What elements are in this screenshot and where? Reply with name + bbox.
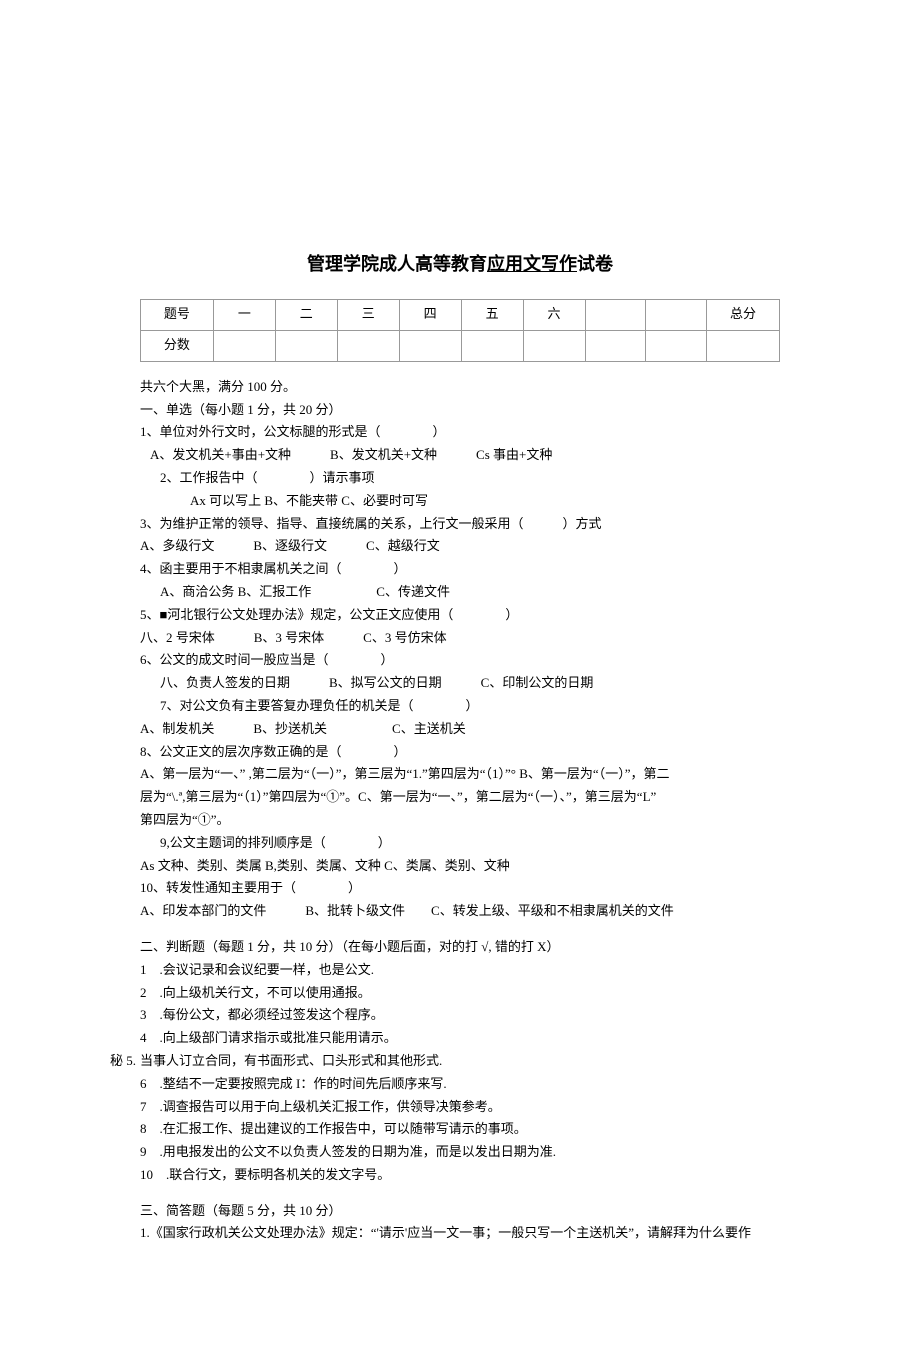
judge-item: 当事人订立合同，有书面形式、口头形式和其他形式. (140, 1051, 780, 1072)
score-cell (523, 330, 585, 361)
question: 9,公文主题词的排列顺序是（ ） (140, 833, 780, 854)
question-options: 层为“\.ª,第三层为“（1）”第四层为“①”。C、第一层为“一、”，第二层为“… (140, 787, 780, 808)
score-cell (337, 330, 399, 361)
score-cell (585, 330, 646, 361)
question-options: A、商洽公务 B、汇报工作 C、传递文件 (140, 582, 780, 603)
table-row: 分数 (141, 330, 780, 361)
question-options: 八、负责人签发的日期 B、拟写公文的日期 C、印制公文的日期 (140, 673, 780, 694)
judge-item: 9 .用电报发出的公文不以负责人签发的日期为准，而是以发出日期为准. (140, 1142, 780, 1163)
question: 6、公文的成文时间一股应当是（ ） (140, 650, 780, 671)
question: 1、单位对外行文时，公文标腿的形式是（ ） (140, 422, 780, 443)
judge-item: 3 .每份公文，都必须经过签发这个程序。 (140, 1005, 780, 1026)
col-header (646, 299, 707, 330)
score-cell (646, 330, 707, 361)
question-options: A、印发本部门的文件 B、批转卜级文件 C、转发上级、平级和不相隶属机关的文件 (140, 901, 780, 922)
content-body: 共六个大黑，满分 100 分。 一、单选（每小题 1 分，共 20 分） 1、单… (140, 377, 780, 1244)
question: 10、转发性通知主要用于（ ） (140, 878, 780, 899)
title-underline: 应用文写作 (487, 254, 577, 274)
question-options: A、制发机关 B、抄送机关 C、主送机关 (140, 719, 780, 740)
score-table: 题号 一 二 三 四 五 六 总分 分数 (140, 299, 780, 362)
col-header: 一 (213, 299, 275, 330)
judge-item: 7 .调查报告可以用于向上级机关汇报工作，供领导决策参考。 (140, 1097, 780, 1118)
question: 2、工作报告中（ ）请示事项 (140, 468, 780, 489)
total-label: 总分 (707, 299, 780, 330)
section-header: 三、简答题（每题 5 分，共 10 分） (140, 1201, 780, 1222)
score-cell (461, 330, 523, 361)
col-header: 二 (275, 299, 337, 330)
judge-item: 10 .联合行文，要标明各机关的发文字号。 (140, 1165, 780, 1186)
table-row: 题号 一 二 三 四 五 六 总分 (141, 299, 780, 330)
judge-item: 2 .向上级机关行文，不可以使用通报。 (140, 983, 780, 1004)
question-options: A、发文机关+事由+文种 B、发文机关+文种 Cs 事由+文种 (140, 445, 780, 466)
judge-item: 8 .在汇报工作、提出建议的工作报告中，可以随带写请示的事项。 (140, 1119, 780, 1140)
col-header (585, 299, 646, 330)
section-header: 一、单选（每小题 1 分，共 20 分） (140, 400, 780, 421)
score-cell (399, 330, 461, 361)
side-marker: 秘 5. (110, 1051, 136, 1072)
title-prefix: 管理学院成人高等教育 (307, 254, 487, 274)
score-cell (275, 330, 337, 361)
question: 3、为维护正常的领导、指导、直接统属的关系，上行文一般采用（ ）方式 (140, 514, 780, 535)
question-options: 八、2 号宋体 B、3 号宋体 C、3 号仿宋体 (140, 628, 780, 649)
question: 7、对公文负有主要答复办理负任的机关是（ ） (140, 696, 780, 717)
col-header: 四 (399, 299, 461, 330)
short-answer: 1.《国家行政机关公文处理办法》规定：“'请示'应当一文一事；一般只写一个主送机… (140, 1223, 780, 1244)
question-options: As 文种、类别、类属 B,类别、类属、文种 C、类属、类别、文种 (140, 856, 780, 877)
judge-item: 1 .会议记录和会议纪要一样，也是公文. (140, 960, 780, 981)
intro-text: 共六个大黑，满分 100 分。 (140, 377, 780, 398)
question-options: A、多级行文 B、逐级行文 C、越级行文 (140, 536, 780, 557)
judge-item: 6 .整结不一定要按照完成 I：作的时间先后顺序来写. (140, 1074, 780, 1095)
title-suffix: 试卷 (577, 254, 613, 274)
question: 5、■河北银行公文处理办法》规定，公文正文应使用（ ） (140, 605, 780, 626)
judge-item: 4 .向上级部门请求指示或批准只能用请示。 (140, 1028, 780, 1049)
question-options: Ax 可以写上 B、不能夹带 C、必要时可写 (140, 491, 780, 512)
question-options: 第四层为“①”。 (140, 810, 780, 831)
row-label: 题号 (141, 299, 214, 330)
score-cell (707, 330, 780, 361)
section-header: 二、判断题（每题 1 分，共 10 分）（在每小题后面，对的打 √, 错的打 X… (140, 937, 780, 958)
score-cell (213, 330, 275, 361)
row-label: 分数 (141, 330, 214, 361)
col-header: 五 (461, 299, 523, 330)
question-options: A、第一层为“一、” ,第二层为“（一）”，第三层为“1.”第四层为“（1）”°… (140, 764, 780, 785)
question: 8、公文正文的层次序数正确的是（ ） (140, 742, 780, 763)
col-header: 六 (523, 299, 585, 330)
col-header: 三 (337, 299, 399, 330)
question: 4、函主要用于不相隶属机关之间（ ） (140, 559, 780, 580)
page-title: 管理学院成人高等教育应用文写作试卷 (140, 250, 780, 279)
